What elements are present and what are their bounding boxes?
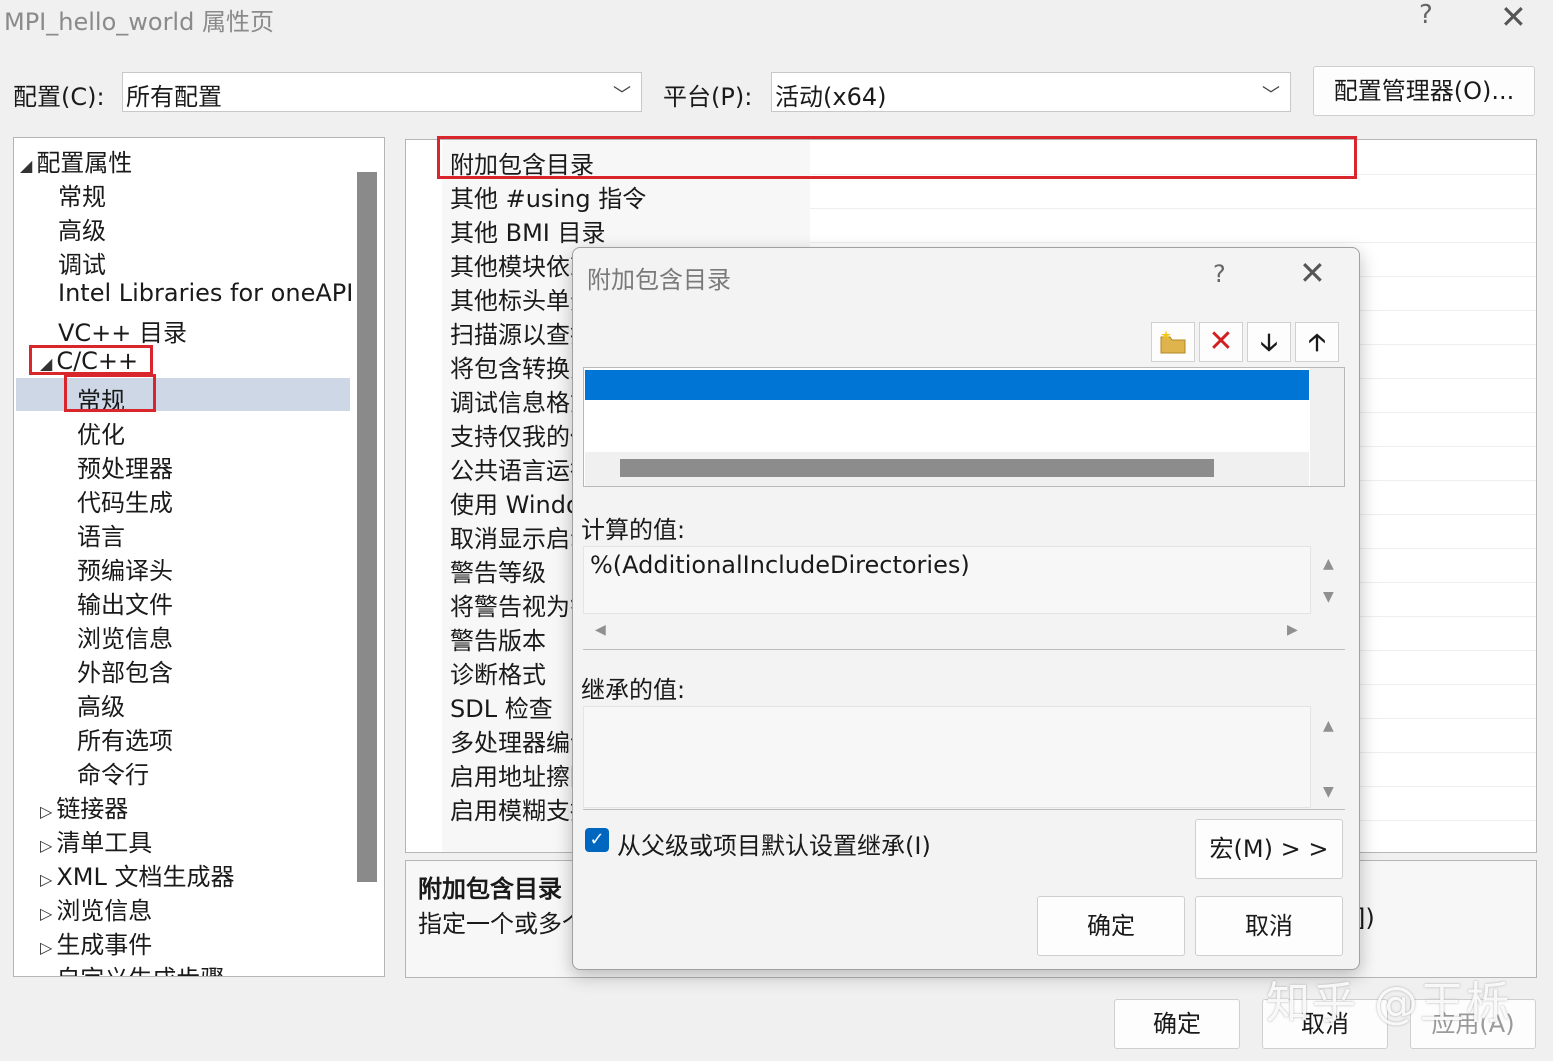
inherited-value-area: [583, 706, 1311, 808]
inherit-checkbox[interactable]: ✓: [585, 828, 609, 852]
tree-item-precompiled-header[interactable]: 预编译头: [77, 551, 173, 586]
platform-label: 平台(P):: [663, 83, 753, 111]
tree-item-debug[interactable]: 调试: [58, 245, 106, 280]
help-icon[interactable]: ?: [1419, 0, 1433, 30]
tree-item-intel-libraries[interactable]: Intel Libraries for oneAPI: [58, 279, 353, 307]
description-title: 附加包含目录: [418, 875, 562, 903]
tree-item-language[interactable]: 语言: [77, 517, 125, 552]
macro-button[interactable]: 宏(M) > >: [1195, 819, 1343, 879]
property-row[interactable]: 使用 Windo: [450, 485, 581, 520]
config-label: 配置(C):: [13, 83, 105, 111]
arrow-down-icon[interactable]: 🡣: [1247, 322, 1291, 362]
tree-item-all-options[interactable]: 所有选项: [77, 721, 173, 756]
list-horizontal-scrollbar[interactable]: [620, 459, 1214, 477]
highlight-box-cpp: [29, 345, 153, 375]
property-row[interactable]: 其他 BMI 目录: [450, 213, 606, 248]
title-bar: MPI_hello_world 属性页 ? ✕: [0, 0, 1553, 36]
arrow-up-icon[interactable]: 🡡: [1295, 322, 1339, 362]
tree-item-general[interactable]: 常规: [58, 177, 106, 212]
grid-line: [810, 242, 1536, 243]
config-manager-button[interactable]: 配置管理器(O)...: [1313, 66, 1535, 116]
chevron-down-icon: ﹀: [1262, 85, 1280, 106]
ok-button[interactable]: 确定: [1114, 999, 1240, 1049]
config-combo[interactable]: 所有配置 ﹀: [122, 72, 642, 112]
computed-value-text: %(AdditionalIncludeDirectories): [590, 551, 970, 579]
property-tree[interactable]: ◢ 配置属性 常规 高级 调试 Intel Libraries for oneAP…: [13, 137, 385, 977]
computed-value-box: %(AdditionalIncludeDirectories) ▲ ▼ ◀ ▶: [583, 546, 1345, 650]
property-row[interactable]: 警告版本: [450, 621, 546, 656]
tree-item-manifest-tool[interactable]: ▷ 清单工具: [40, 823, 152, 858]
scroll-down-icon[interactable]: ▼: [1323, 784, 1334, 800]
collapsed-triangle-icon: ▷: [40, 938, 53, 957]
inherited-value-label: 继承的值:: [581, 676, 686, 704]
tree-item-build-events[interactable]: ▷ 生成事件: [40, 925, 152, 960]
chevron-down-icon: ﹀: [613, 85, 631, 106]
delete-icon[interactable]: ✕: [1199, 322, 1243, 362]
dialog-ok-button[interactable]: 确定: [1037, 896, 1185, 956]
collapsed-triangle-icon: ▷: [40, 802, 53, 821]
tree-root[interactable]: ◢ 配置属性: [20, 143, 132, 178]
dialog-cancel-button[interactable]: 取消: [1195, 896, 1343, 956]
additional-include-dialog: 附加包含目录 ? ✕ ✕ 🡣 🡡 计算的值: %(AdditionalInclu…: [572, 247, 1360, 970]
highlight-box-additional-include: [437, 136, 1357, 179]
tree-item-advanced[interactable]: 高级: [58, 211, 106, 246]
collapsed-triangle-icon: ▷: [40, 836, 53, 855]
tree-item-external-includes[interactable]: 外部包含: [77, 653, 173, 688]
dialog-title: 附加包含目录: [587, 266, 731, 294]
tree-item-linker[interactable]: ▷ 链接器: [40, 789, 128, 824]
scroll-up-icon[interactable]: ▲: [1323, 556, 1334, 572]
close-icon[interactable]: ✕: [1299, 254, 1326, 292]
scroll-up-icon[interactable]: ▲: [1323, 718, 1334, 734]
new-folder-icon[interactable]: [1151, 322, 1195, 362]
tree-item-custom-build-step[interactable]: ▷自定义生成步骤: [40, 959, 224, 976]
list-vertical-scrollbar[interactable]: [1310, 368, 1344, 486]
property-row[interactable]: 警告等级: [450, 553, 546, 588]
scroll-left-icon[interactable]: ◀: [595, 622, 606, 638]
tree-item-command-line[interactable]: 命令行: [77, 755, 149, 790]
tree-item-browse-information[interactable]: ▷ 浏览信息: [40, 891, 152, 926]
computed-value-label: 计算的值:: [581, 516, 686, 544]
platform-combo[interactable]: 活动(x64) ﹀: [771, 72, 1291, 112]
tree-item-output-files[interactable]: 输出文件: [77, 585, 173, 620]
computed-value-area: %(AdditionalIncludeDirectories): [583, 546, 1311, 614]
config-value: 所有配置: [126, 83, 222, 111]
watermark: 知乎 @王栎: [1266, 978, 1512, 1029]
tree-item-code-generation[interactable]: 代码生成: [77, 483, 173, 518]
inherited-value-box: ▲ ▼: [583, 706, 1345, 810]
platform-value: 活动(x64): [775, 83, 887, 111]
expanded-triangle-icon: ◢: [20, 156, 33, 175]
property-row[interactable]: 其他 #using 指令: [450, 179, 646, 214]
scroll-down-icon[interactable]: ▼: [1323, 589, 1334, 605]
scroll-right-icon[interactable]: ▶: [1287, 622, 1298, 638]
tree-item-preprocessor[interactable]: 预处理器: [77, 449, 173, 484]
tree-scrollbar[interactable]: [357, 172, 377, 882]
tree-item-browse-info[interactable]: 浏览信息: [77, 619, 173, 654]
tree-item-xml-doc-generator[interactable]: ▷ XML 文档生成器: [40, 857, 234, 892]
close-icon[interactable]: ✕: [1500, 0, 1527, 36]
description-text: 指定一个或多个: [418, 910, 586, 938]
tree-item-optimization[interactable]: 优化: [77, 415, 125, 450]
inherit-checkbox-label[interactable]: 从父级或项目默认设置继承(I): [617, 826, 931, 861]
property-row[interactable]: SDL 检查: [450, 689, 553, 724]
help-icon[interactable]: ?: [1213, 260, 1226, 288]
highlight-box-cpp-general: [64, 374, 156, 412]
tree-item-cpp-advanced[interactable]: 高级: [77, 687, 125, 722]
collapsed-triangle-icon: ▷: [40, 972, 52, 976]
tree-item-vc-directories[interactable]: VC++ 目录: [58, 313, 187, 348]
collapsed-triangle-icon: ▷: [40, 904, 53, 923]
grid-line: [810, 208, 1536, 209]
window-title: MPI_hello_world 属性页: [4, 8, 274, 36]
directory-list[interactable]: [583, 367, 1345, 487]
list-item-selected[interactable]: [585, 370, 1309, 400]
collapsed-triangle-icon: ▷: [40, 870, 53, 889]
property-row[interactable]: 诊断格式: [450, 655, 546, 690]
